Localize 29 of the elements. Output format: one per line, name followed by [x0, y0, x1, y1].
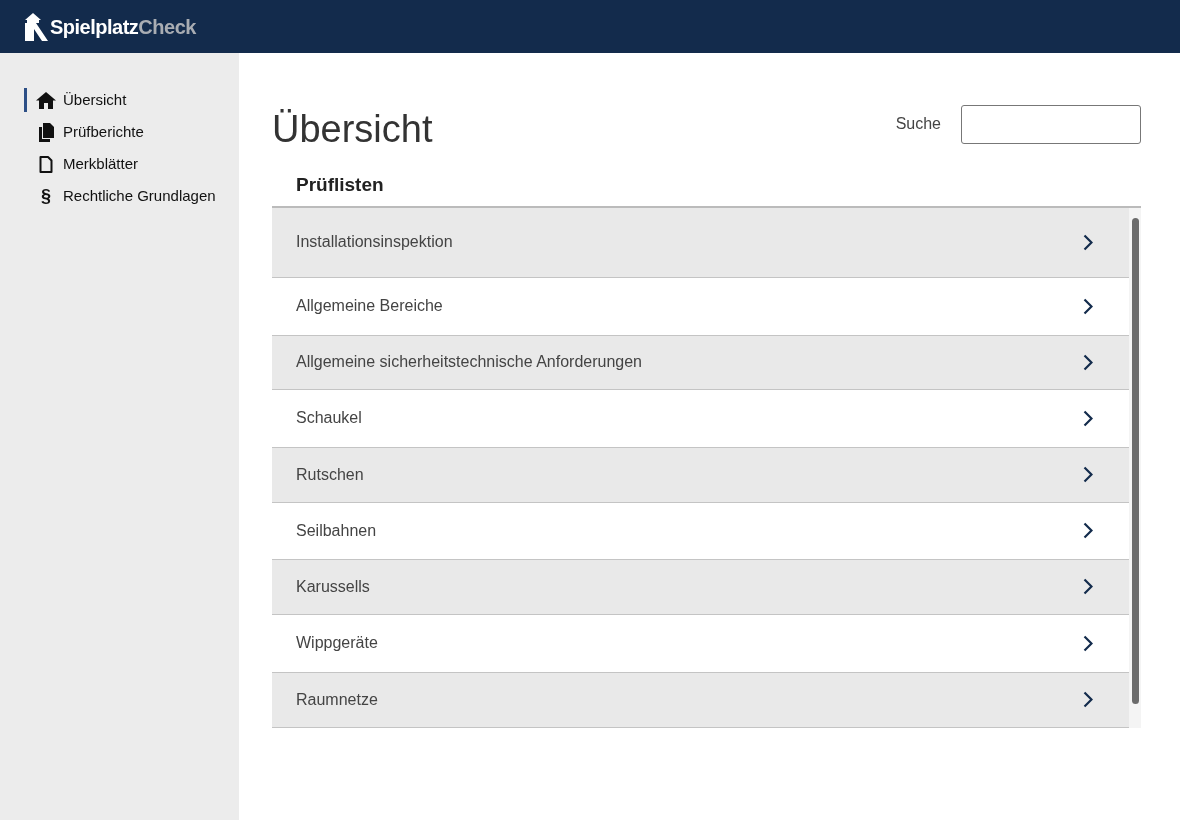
checklist-item[interactable]: Raumnetze — [272, 672, 1129, 728]
sidebar-item[interactable]: Merkblätter — [24, 152, 239, 176]
sidebar-item[interactable]: Übersicht — [24, 88, 239, 112]
checklist-item[interactable]: Karussells — [272, 559, 1129, 615]
search-label: Suche — [895, 114, 941, 134]
chevron-right-icon — [1083, 634, 1093, 652]
search-field[interactable] — [961, 104, 1141, 144]
chevron-right-icon — [1083, 691, 1093, 708]
document-icon — [39, 155, 53, 173]
sidebar-item[interactable]: § Rechtliche Grundlagen — [24, 184, 239, 208]
chevron-right-icon — [1083, 466, 1093, 483]
checklist-item[interactable]: Installationsinspektion — [272, 207, 1129, 278]
paragraph-icon: § — [41, 187, 51, 205]
sidebar-item[interactable]: Prüfberichte — [24, 120, 239, 144]
logo-text[interactable]: SpielplatzCheck — [50, 11, 196, 42]
chevron-right-icon — [1083, 353, 1093, 371]
home-icon — [36, 91, 56, 109]
chevron-right-icon — [1083, 578, 1093, 595]
checklist-item[interactable]: Rutschen — [272, 447, 1129, 503]
chevron-right-icon — [1083, 522, 1093, 539]
documents-icon — [38, 122, 54, 142]
scrollbar[interactable] — [1129, 207, 1141, 728]
chevron-right-icon — [1083, 233, 1093, 251]
chevron-right-icon — [1083, 297, 1093, 315]
page-title: Übersicht — [272, 110, 433, 148]
chevron-right-icon — [1083, 409, 1093, 427]
checklist-item[interactable]: Allgemeine sicherheitstechnische Anforderungen — [272, 335, 1129, 390]
logo-icon — [24, 12, 50, 41]
section-heading: Prüflisten — [295, 173, 385, 197]
